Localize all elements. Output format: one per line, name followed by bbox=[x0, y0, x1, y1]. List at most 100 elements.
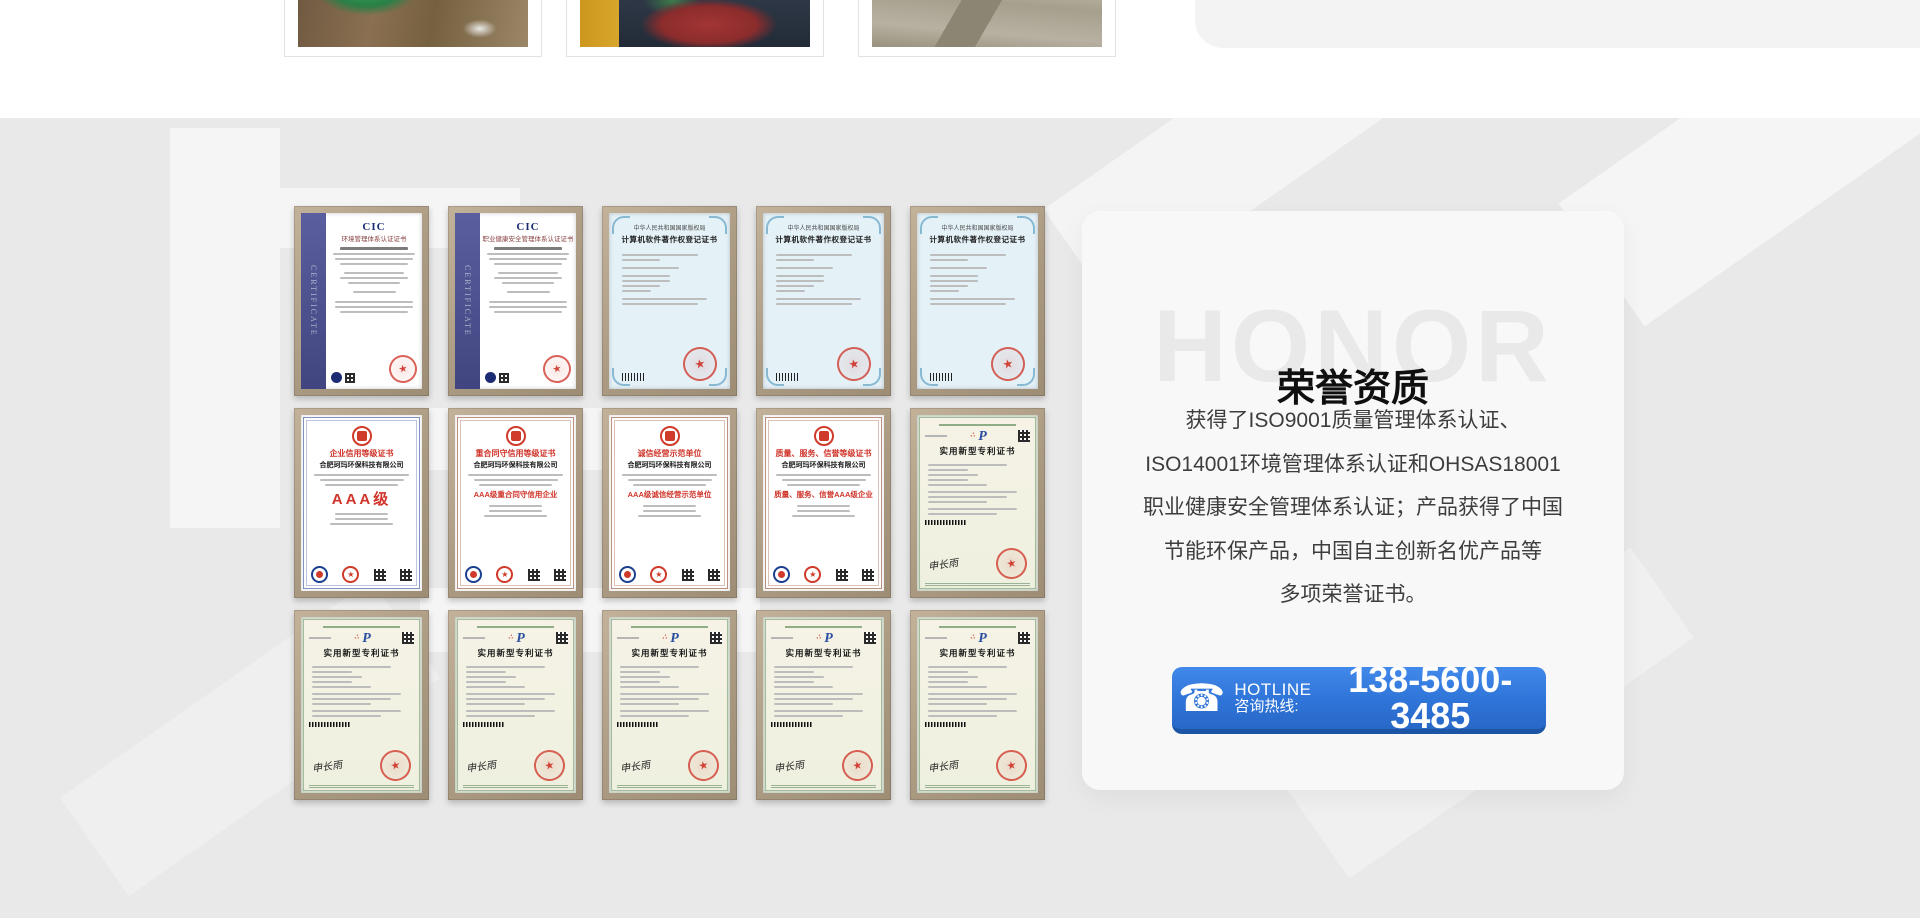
honor-section: CERTIFICATE CIC 环境管理体系认证证书 ★ CERTIFICATE bbox=[0, 118, 1920, 918]
certificate-title: 环境管理体系认证证书 bbox=[342, 237, 407, 244]
grade-text: 质量、服务、信誉AAA级企业 bbox=[774, 491, 873, 499]
green-ornament bbox=[785, 626, 863, 628]
hotline-number: 138-5600-3485 bbox=[1321, 662, 1540, 734]
signature: 申长雨 bbox=[927, 756, 959, 775]
national-emblem-seal: ★ bbox=[531, 747, 568, 784]
signature: 申长雨 bbox=[311, 756, 343, 775]
qr-code bbox=[499, 373, 509, 383]
certificate-item-utility-patent[interactable]: P 实用新型专利证书 申长雨 ★ bbox=[602, 610, 737, 800]
qr-code bbox=[554, 569, 566, 581]
qr-code bbox=[345, 373, 355, 383]
certificate-item-cic[interactable]: CERTIFICATE CIC 职业健康安全管理体系认证证书 ★ bbox=[448, 206, 583, 396]
certificate-paper: CERTIFICATE CIC 职业健康安全管理体系认证证书 ★ bbox=[455, 213, 576, 389]
phone-icon: ☎ bbox=[1178, 679, 1225, 717]
round-logo bbox=[465, 566, 482, 583]
certificate-paper: P 实用新型专利证书 申长雨 ★ bbox=[917, 617, 1038, 793]
red-emblem bbox=[814, 426, 834, 446]
certificate-title: 实用新型专利证书 bbox=[925, 649, 1030, 658]
certificate-item-cic[interactable]: CERTIFICATE CIC 环境管理体系认证证书 ★ bbox=[294, 206, 429, 396]
certificate-paper: P 实用新型专利证书 申长雨 ★ bbox=[917, 415, 1038, 591]
certificate-item-credit-rating[interactable]: 企业信用等级证书 合肥珂玛环保科技有限公司 AAA级 ★ bbox=[294, 408, 429, 598]
description-line: 多项荣誉证书。 bbox=[1112, 573, 1594, 617]
cnipa-p-logo: P bbox=[978, 430, 987, 444]
company-name: 合肥珂玛环保科技有限公司 bbox=[320, 462, 404, 469]
qr-code bbox=[864, 632, 876, 644]
issuing-authority: 中华人民共和国国家版权局 bbox=[941, 226, 1013, 232]
project-gallery-card[interactable] bbox=[858, 0, 1116, 57]
grade-text: AAA级重合同守信用企业 bbox=[474, 491, 558, 499]
green-ornament bbox=[939, 626, 1017, 628]
company-name: 合肥珂玛环保科技有限公司 bbox=[782, 462, 866, 469]
description-line: 节能环保产品，中国自主创新名优产品等 bbox=[1112, 530, 1594, 574]
certificate-title: 重合同守信用等级证书 bbox=[476, 450, 556, 458]
hotline-label-en: HOTLINE bbox=[1234, 680, 1311, 699]
certificate-item-utility-patent[interactable]: P 实用新型专利证书 申长雨 ★ bbox=[910, 408, 1045, 598]
signature: 申长雨 bbox=[773, 756, 805, 775]
qr-code bbox=[1018, 430, 1030, 442]
certificate-paper: 中华人民共和国国家版权局 计算机软件著作权登记证书 ★ bbox=[763, 213, 884, 389]
qr-code bbox=[374, 569, 386, 581]
top-right-panel bbox=[1195, 0, 1920, 48]
certificate-paper: P 实用新型专利证书 申长雨 ★ bbox=[763, 617, 884, 793]
certificate-item-credit-rating[interactable]: 诚信经营示范单位 合肥珂玛环保科技有限公司 AAA级诚信经营示范单位 ★ bbox=[602, 408, 737, 598]
green-footer-band bbox=[309, 785, 414, 788]
issuing-authority: 中华人民共和国国家版权局 bbox=[633, 226, 705, 232]
certificate-item-software-copyright[interactable]: 中华人民共和国国家版权局 计算机软件著作权登记证书 ★ bbox=[910, 206, 1045, 396]
qr-code bbox=[1018, 632, 1030, 644]
certificate-paper: P 实用新型专利证书 申长雨 ★ bbox=[301, 617, 422, 793]
cic-round-logo bbox=[485, 372, 496, 383]
certificate-paper: 中华人民共和国国家版权局 计算机软件著作权登记证书 ★ bbox=[917, 213, 1038, 389]
description-line: 职业健康安全管理体系认证；产品获得了中国 bbox=[1112, 486, 1594, 530]
certificate-item-utility-patent[interactable]: P 实用新型专利证书 申长雨 ★ bbox=[756, 610, 891, 800]
certificate-title: 计算机软件著作权登记证书 bbox=[776, 236, 872, 244]
certificate-paper: 诚信经营示范单位 合肥珂玛环保科技有限公司 AAA级诚信经营示范单位 ★ bbox=[609, 415, 730, 591]
certificate-paper: 中华人民共和国国家版权局 计算机软件著作权登记证书 ★ bbox=[609, 213, 730, 389]
certificate-item-software-copyright[interactable]: 中华人民共和国国家版权局 计算机软件著作权登记证书 ★ bbox=[602, 206, 737, 396]
qr-code bbox=[708, 569, 720, 581]
certificate-title: 计算机软件著作权登记证书 bbox=[622, 236, 718, 244]
certificate-paper: CERTIFICATE CIC 环境管理体系认证证书 ★ bbox=[301, 213, 422, 389]
qr-code bbox=[402, 632, 414, 644]
barcode bbox=[309, 722, 351, 727]
barcode bbox=[925, 520, 967, 525]
national-emblem-seal: ★ bbox=[993, 747, 1030, 784]
project-gallery-card[interactable] bbox=[284, 0, 542, 57]
certificate-title: 实用新型专利证书 bbox=[463, 649, 568, 658]
cic-logo: CIC bbox=[516, 222, 539, 233]
green-ornament bbox=[939, 424, 1017, 426]
certificate-item-credit-rating[interactable]: 质量、服务、信誉等级证书 合肥珂玛环保科技有限公司 质量、服务、信誉AAA级企业… bbox=[756, 408, 891, 598]
issuing-authority: 中华人民共和国国家版权局 bbox=[787, 226, 859, 232]
barcode bbox=[617, 722, 659, 727]
cnipa-p-logo: P bbox=[978, 632, 987, 646]
national-emblem-seal: ★ bbox=[685, 747, 722, 784]
certificate-title: 质量、服务、信誉等级证书 bbox=[776, 450, 872, 458]
certificate-title: 实用新型专利证书 bbox=[617, 649, 722, 658]
red-emblem bbox=[506, 426, 526, 446]
certificate-item-utility-patent[interactable]: P 实用新型专利证书 申长雨 ★ bbox=[294, 610, 429, 800]
certificate-title: 职业健康安全管理体系认证证书 bbox=[483, 237, 574, 244]
round-logo bbox=[773, 566, 790, 583]
cic-logo: CIC bbox=[362, 222, 385, 233]
certificate-title: 实用新型专利证书 bbox=[925, 447, 1030, 456]
project-gallery-card[interactable] bbox=[566, 0, 824, 57]
red-star-seal: ★ bbox=[540, 352, 573, 385]
certificate-item-utility-patent[interactable]: P 实用新型专利证书 申长雨 ★ bbox=[448, 610, 583, 800]
red-star-logo: ★ bbox=[496, 566, 513, 583]
red-star-seal: ★ bbox=[386, 352, 419, 385]
hotline-button[interactable]: ☎ HOTLINE 咨询热线: 138-5600-3485 bbox=[1172, 667, 1546, 734]
certificate-item-software-copyright[interactable]: 中华人民共和国国家版权局 计算机软件著作权登记证书 ★ bbox=[756, 206, 891, 396]
certificate-item-utility-patent[interactable]: P 实用新型专利证书 申长雨 ★ bbox=[910, 610, 1045, 800]
honor-card: HONOR 荣誉资质 获得了ISO9001质量管理体系认证、 ISO14001环… bbox=[1082, 211, 1624, 790]
certificate-grid: CERTIFICATE CIC 环境管理体系认证证书 ★ CERTIFICATE bbox=[294, 206, 1045, 800]
national-emblem-seal: ★ bbox=[993, 545, 1030, 582]
excavation-site-photo bbox=[298, 0, 528, 47]
certificate-paper: P 实用新型专利证书 申长雨 ★ bbox=[455, 617, 576, 793]
grade-text: AAA级诚信经营示范单位 bbox=[628, 491, 712, 499]
red-emblem bbox=[660, 426, 680, 446]
qr-code bbox=[836, 569, 848, 581]
certificate-title: 实用新型专利证书 bbox=[309, 649, 414, 658]
round-logo bbox=[619, 566, 636, 583]
signature: 申长雨 bbox=[927, 554, 959, 573]
certificate-item-credit-rating[interactable]: 重合同守信用等级证书 合肥珂玛环保科技有限公司 AAA级重合同守信用企业 ★ bbox=[448, 408, 583, 598]
qr-code bbox=[400, 569, 412, 581]
